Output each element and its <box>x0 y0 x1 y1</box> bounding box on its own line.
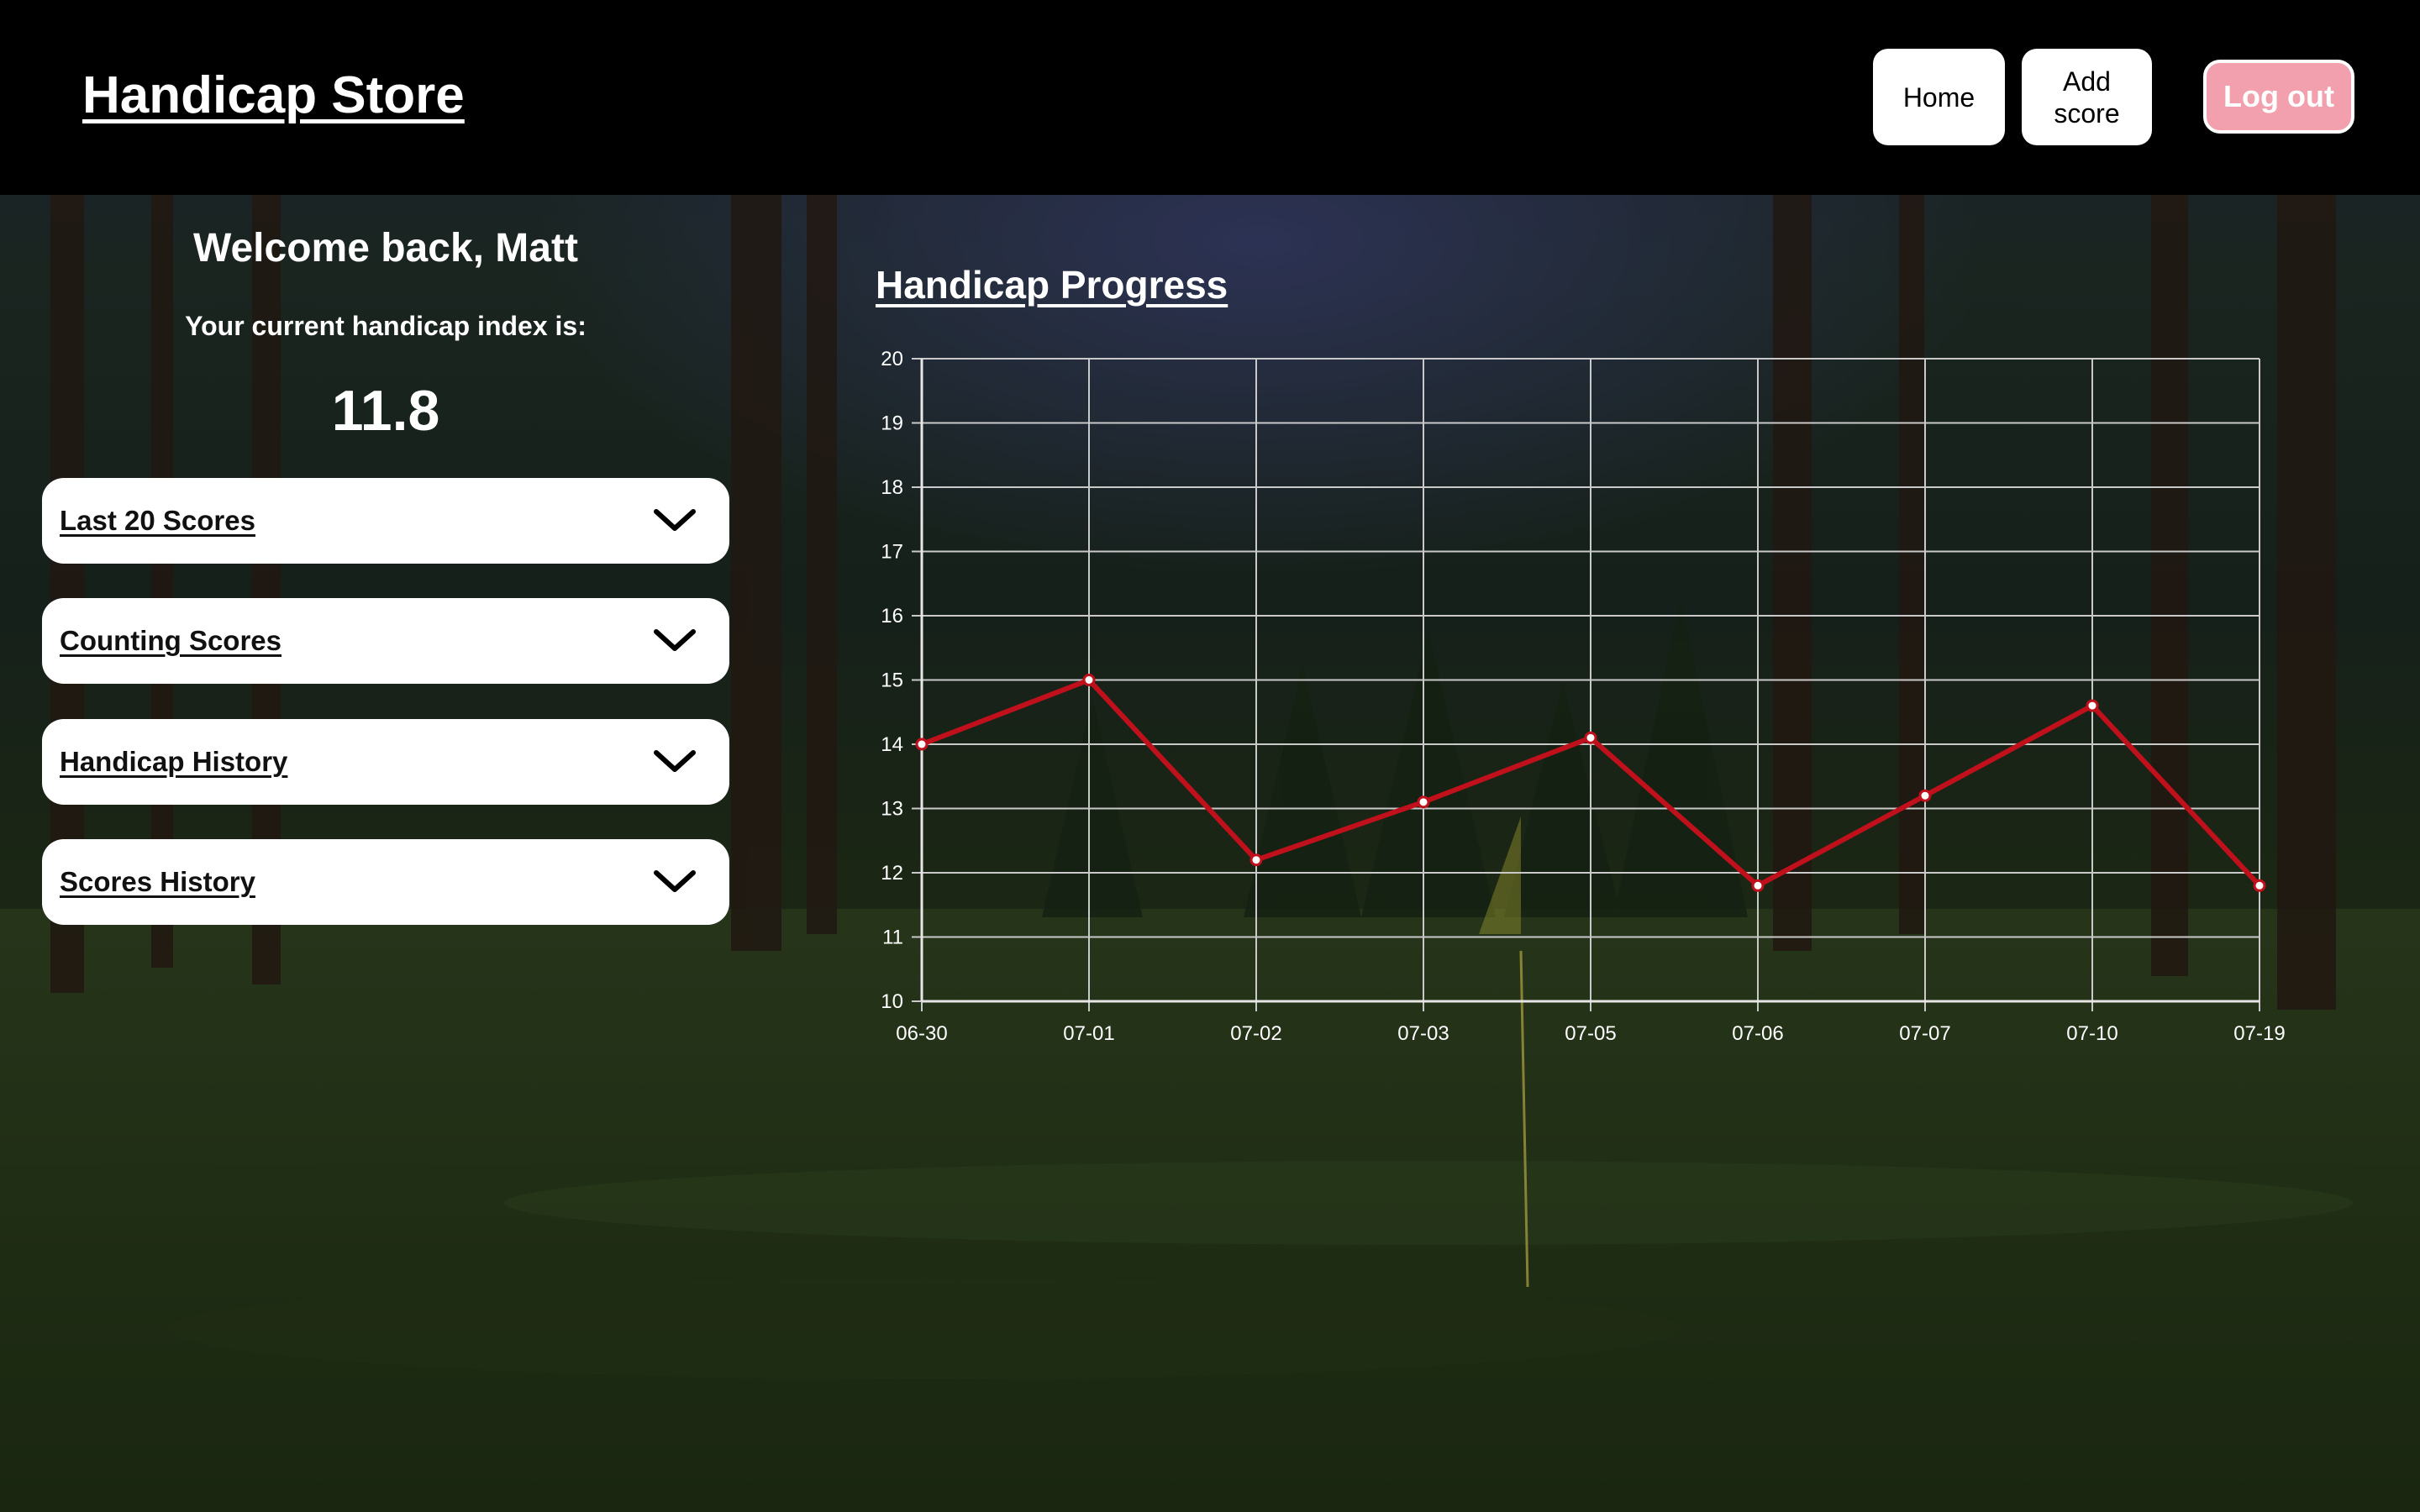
brand-title[interactable]: Handicap Store <box>82 66 465 125</box>
data-point[interactable] <box>1584 731 1597 744</box>
handicap-index-value: 11.8 <box>331 379 440 443</box>
data-point[interactable] <box>2086 699 2099 712</box>
accordion-scores-history[interactable]: Scores History <box>42 839 729 925</box>
y-tick-label: 11 <box>882 927 903 949</box>
y-tick-label: 17 <box>881 541 903 564</box>
accordion-label: Handicap History <box>60 746 288 777</box>
chevron-down-icon[interactable] <box>651 864 698 898</box>
accordion-last-20-scores[interactable]: Last 20 Scores <box>42 478 729 564</box>
accordion-label: Last 20 Scores <box>60 505 255 536</box>
y-tick-label: 19 <box>881 412 903 435</box>
data-point[interactable] <box>1417 795 1430 809</box>
chevron-down-icon[interactable] <box>651 503 698 537</box>
accordion-handicap-history[interactable]: Handicap History <box>42 719 729 805</box>
y-tick-label: 15 <box>881 669 903 692</box>
add-score-button[interactable]: Add score <box>2022 49 2152 145</box>
chevron-down-icon[interactable] <box>651 744 698 778</box>
accordion-counting-scores[interactable]: Counting Scores <box>42 598 729 684</box>
x-tick-label: 07-10 <box>2066 1022 2118 1045</box>
data-point[interactable] <box>1918 789 1932 802</box>
accordion-label: Counting Scores <box>60 625 282 656</box>
y-tick-label: 18 <box>881 476 903 499</box>
data-point[interactable] <box>1082 674 1096 686</box>
chevron-down-icon[interactable] <box>651 623 698 657</box>
data-point[interactable] <box>1249 853 1263 867</box>
x-tick-label: 07-07 <box>1899 1022 1950 1045</box>
x-tick-label: 07-01 <box>1063 1022 1114 1045</box>
x-tick-label: 07-02 <box>1230 1022 1281 1045</box>
data-point[interactable] <box>915 738 929 751</box>
x-tick-label: 06-30 <box>896 1022 947 1045</box>
home-button[interactable]: Home <box>1873 49 2005 145</box>
data-point[interactable] <box>2253 879 2266 892</box>
y-tick-label: 10 <box>881 990 903 1013</box>
top-navigation-bar: Handicap Store Home Add score Log out <box>0 0 2420 195</box>
y-tick-label: 16 <box>881 605 903 627</box>
y-tick-label: 20 <box>881 348 903 370</box>
x-tick-label: 07-19 <box>2233 1022 2285 1045</box>
x-tick-label: 07-06 <box>1732 1022 1783 1045</box>
y-tick-label: 13 <box>881 798 903 821</box>
y-tick-label: 14 <box>881 733 903 756</box>
chart-title: Handicap Progress <box>876 263 1228 307</box>
x-tick-label: 07-05 <box>1565 1022 1616 1045</box>
welcome-heading: Welcome back, Matt <box>193 226 578 270</box>
series-line <box>920 676 2262 889</box>
accordion-label: Scores History <box>60 866 255 897</box>
data-point[interactable] <box>1751 879 1765 892</box>
logout-button[interactable]: Log out <box>2203 60 2354 134</box>
x-tick-label: 07-03 <box>1397 1022 1449 1045</box>
y-tick-label: 12 <box>881 862 903 885</box>
handicap-index-label: Your current handicap index is: <box>185 311 587 341</box>
